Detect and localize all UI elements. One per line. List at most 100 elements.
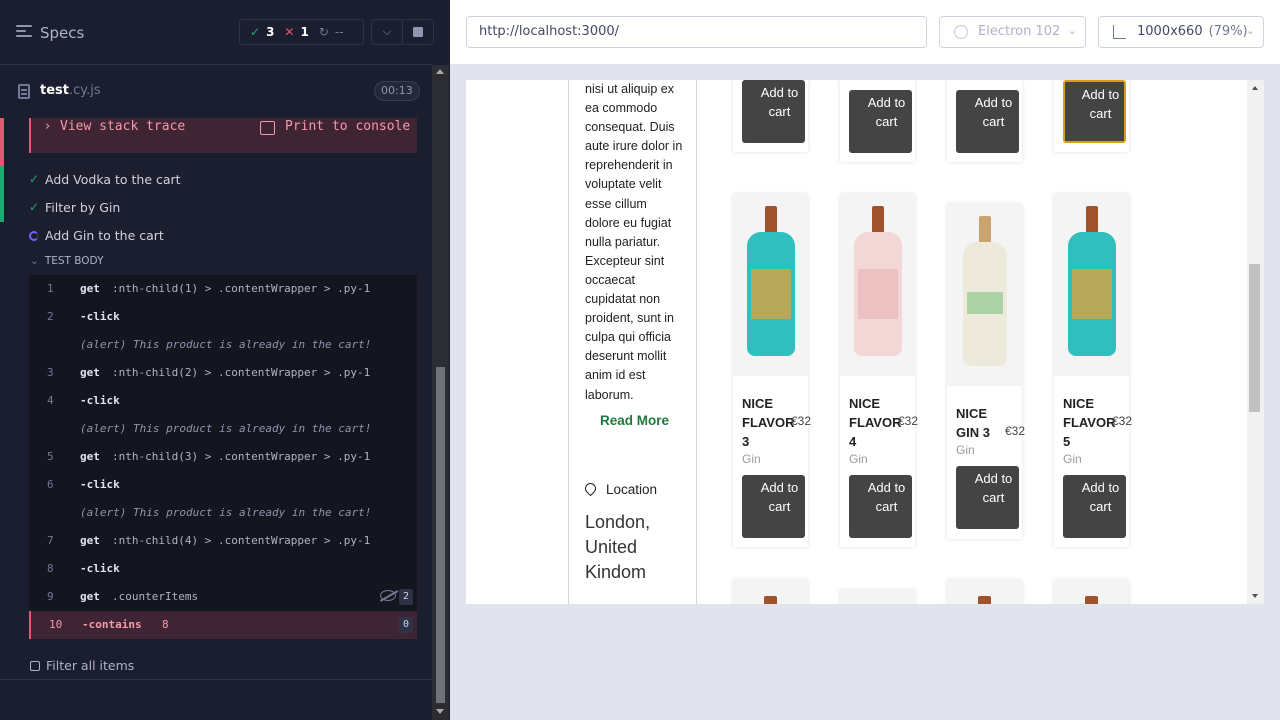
page-scrollbar[interactable]	[1247, 80, 1264, 604]
running-spinner-icon	[29, 231, 39, 241]
checkbox[interactable]	[30, 661, 40, 671]
product-card	[947, 580, 1022, 604]
command-row[interactable]: 7 get:nth-child(4) > .contentWrapper > .p…	[29, 527, 417, 555]
scroll-down-arrow-icon[interactable]	[1252, 594, 1258, 598]
add-to-cart-button[interactable]: Add to cart	[849, 90, 912, 153]
print-to-console-button[interactable]: Print to console	[285, 119, 410, 134]
scrollbar-thumb[interactable]	[436, 367, 445, 703]
add-to-cart-button[interactable]: Add to cart	[849, 475, 912, 538]
product-card: Add to cart	[947, 80, 1022, 162]
alert-message: (alert) This product is already in the c…	[80, 422, 372, 435]
product-image[interactable]	[733, 194, 808, 376]
add-to-cart-button[interactable]: Add to cart	[956, 90, 1019, 153]
command-row[interactable]: 3 get:nth-child(2) > .contentWrapper > .p…	[29, 359, 417, 387]
command-row[interactable]: (alert) This product is already in the c…	[29, 499, 417, 527]
product-card: Add to cart	[840, 80, 915, 162]
divider	[696, 80, 697, 604]
test-title: Filter by Gin	[45, 200, 121, 215]
app-under-test: http://localhost:3000/ Electron 102 ⌄ 10…	[450, 0, 1280, 720]
product-image[interactable]	[840, 194, 915, 376]
product-image[interactable]	[1054, 194, 1129, 376]
command-number: 6	[47, 478, 54, 491]
product-category: Gin	[956, 443, 975, 457]
passed-bar	[0, 194, 4, 222]
product-card	[1054, 580, 1129, 604]
specs-list-icon[interactable]	[16, 25, 32, 39]
command-log: 1 get:nth-child(1) > .contentWrapper > .p…	[29, 275, 417, 639]
product-price: €32	[791, 414, 812, 428]
product-image[interactable]	[947, 580, 1022, 604]
bottle-image	[764, 596, 777, 604]
pending-circle-icon: ↻	[318, 25, 329, 39]
command-name: -click	[80, 310, 120, 323]
passed-check-icon: ✓	[250, 25, 261, 39]
duration-badge: 00:13	[374, 81, 420, 101]
read-more-link[interactable]: Read More	[600, 413, 669, 428]
command-row[interactable]: (alert) This product is already in the c…	[29, 331, 417, 359]
brand-description: nisi ut aliquip ex ea commodo consequat.…	[585, 82, 683, 402]
expand-collapse-button[interactable]: ⌵	[371, 19, 403, 45]
ruler-icon	[1113, 25, 1126, 39]
command-row[interactable]: 6 -click	[29, 471, 417, 499]
failed-count: 1	[300, 25, 309, 39]
reporter-header: Specs ✓ 3 ✕ 1 ↻ -- ⌵	[0, 0, 434, 65]
pending-count: --	[334, 25, 344, 39]
url-bar[interactable]: http://localhost:3000/	[466, 16, 927, 48]
scrollbar-thumb[interactable]	[1249, 264, 1260, 412]
command-name: -contains	[82, 618, 142, 631]
test-body-header[interactable]: ⌄ TEST BODY	[30, 255, 104, 267]
command-number: 2	[47, 310, 54, 323]
command-row-failed[interactable]: 10 -contains 8 0	[29, 611, 417, 639]
command-number: 8	[47, 562, 54, 575]
command-row[interactable]: 9 get .counterItems 2	[29, 583, 417, 611]
alert-message: (alert) This product is already in the c…	[80, 506, 372, 519]
failed-x-icon: ✕	[284, 25, 295, 39]
reporter-scrollbar[interactable]	[432, 65, 449, 720]
bottle-image	[1067, 206, 1116, 356]
test-item-passed[interactable]: ✓ Add Vodka to the cart	[0, 166, 432, 194]
add-to-cart-button[interactable]: Add to cart	[742, 80, 805, 143]
command-row[interactable]: 1 get:nth-child(1) > .contentWrapper > .p…	[29, 275, 417, 303]
filter-all-items-toggle[interactable]: Filter all items	[30, 658, 134, 673]
test-item-running[interactable]: Add Gin to the cart	[0, 222, 432, 250]
command-row[interactable]: 5 get:nth-child(3) > .contentWrapper > .p…	[29, 443, 417, 471]
product-image[interactable]	[840, 590, 915, 604]
product-card: Add to cart	[1054, 80, 1129, 152]
product-image[interactable]	[1054, 580, 1129, 604]
chevron-down-icon: ⌄	[1067, 24, 1077, 37]
view-stack-trace-button[interactable]: View stack trace	[60, 119, 185, 134]
specs-label[interactable]: Specs	[40, 24, 84, 42]
command-row[interactable]: 2 -click	[29, 303, 417, 331]
location-label: Location	[582, 480, 657, 497]
command-row[interactable]: 4 -click	[29, 387, 417, 415]
add-to-cart-button[interactable]: Add to cart	[1063, 475, 1126, 538]
command-number: 5	[47, 450, 54, 463]
command-number: 9	[47, 590, 54, 603]
add-to-cart-button[interactable]: Add to cart	[1063, 80, 1126, 143]
command-row[interactable]: 8 -click	[29, 555, 417, 583]
viewport-info[interactable]: 1000x660 (79%) ⌄	[1098, 16, 1264, 48]
scroll-up-arrow-icon[interactable]	[1252, 86, 1258, 90]
spec-file-name[interactable]: test.cy.js	[40, 83, 101, 98]
command-number: 3	[47, 366, 54, 379]
scroll-up-arrow-icon[interactable]	[436, 69, 444, 74]
command-number: 7	[47, 534, 54, 547]
command-name: get	[80, 450, 100, 463]
add-to-cart-button[interactable]: Add to cart	[956, 466, 1019, 529]
command-name: get	[80, 534, 100, 547]
chevron-down-icon: ⌄	[1245, 24, 1255, 37]
cypress-reporter: Specs ✓ 3 ✕ 1 ↻ -- ⌵ test.cy.js 00:13 › …	[0, 0, 450, 720]
product-card: NICE FLAVOR 4 €32 Gin Add to cart	[840, 194, 919, 547]
stop-icon	[413, 27, 423, 37]
command-name: -click	[80, 394, 120, 407]
product-price: €32	[898, 414, 919, 428]
test-item-passed[interactable]: ✓ Filter by Gin	[0, 194, 432, 222]
product-image[interactable]	[947, 204, 1022, 386]
product-image[interactable]	[733, 580, 808, 604]
add-to-cart-button[interactable]: Add to cart	[742, 475, 805, 538]
scroll-down-arrow-icon[interactable]	[436, 709, 444, 714]
stop-button[interactable]	[402, 19, 434, 45]
alert-message: (alert) This product is already in the c…	[80, 338, 372, 351]
browser-selector[interactable]: Electron 102 ⌄	[939, 16, 1086, 48]
command-row[interactable]: (alert) This product is already in the c…	[29, 415, 417, 443]
